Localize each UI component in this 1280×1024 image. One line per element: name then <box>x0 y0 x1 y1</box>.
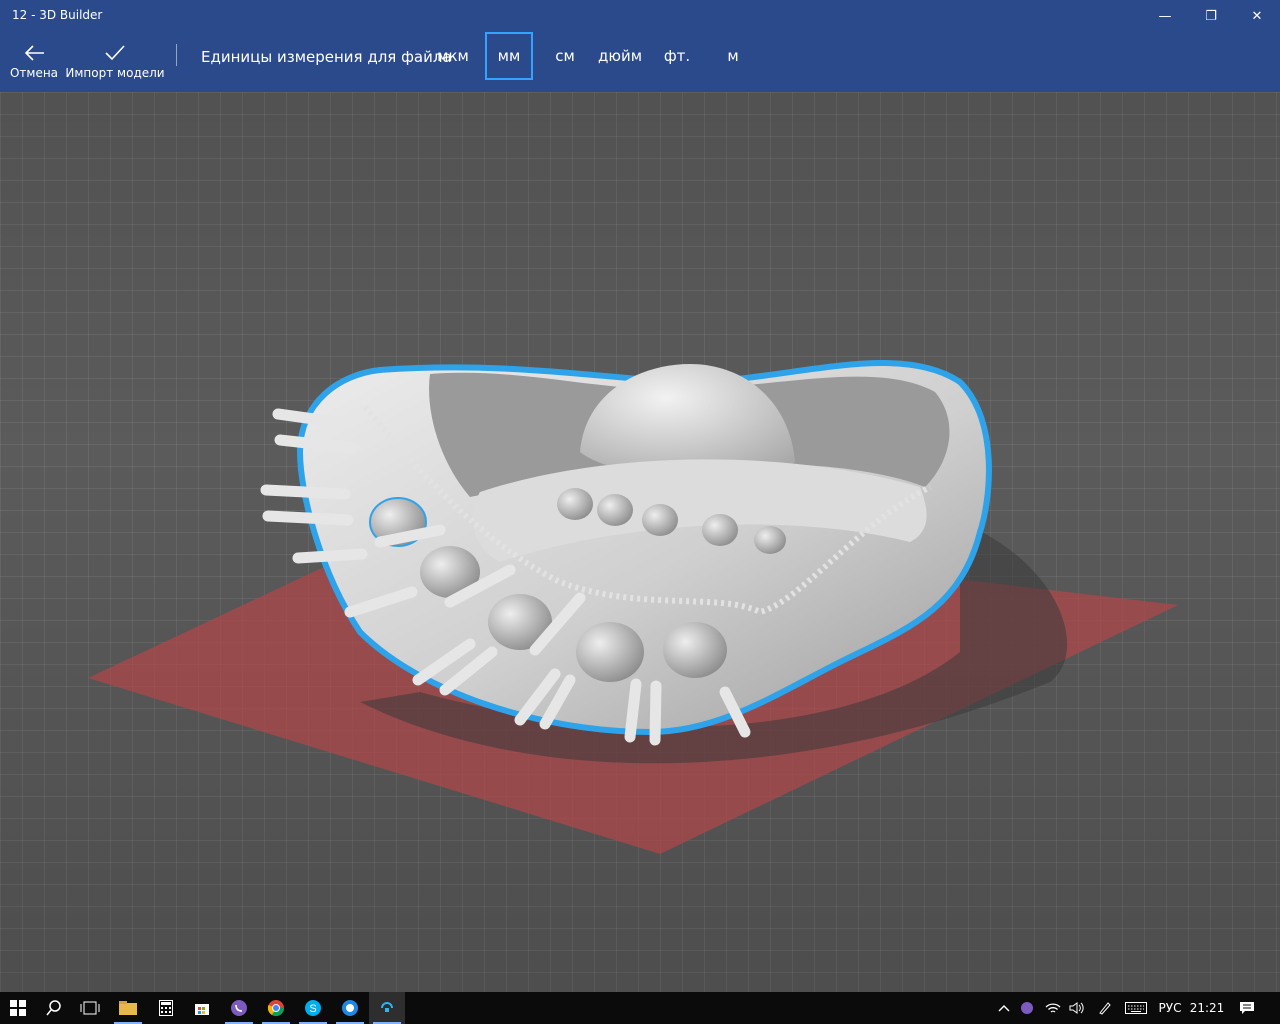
unit-inch-label: дюйм <box>597 47 643 65</box>
restore-icon: ❐ <box>1205 8 1217 24</box>
skype-icon: S <box>305 1000 321 1016</box>
viber-tray-icon <box>1021 1002 1033 1014</box>
unit-um-label: мкм <box>437 47 469 65</box>
language-indicator[interactable]: РУС <box>1154 992 1186 1024</box>
wifi-icon <box>1045 1003 1061 1013</box>
file-explorer-button[interactable] <box>110 992 146 1024</box>
calculator-button[interactable] <box>148 992 184 1024</box>
taskbar: S РУС 21:21 <box>0 992 1280 1024</box>
language-label: РУС <box>1158 1001 1182 1015</box>
start-button[interactable] <box>0 992 36 1024</box>
action-center-button[interactable] <box>1234 992 1260 1024</box>
minimize-button[interactable]: — <box>1142 0 1188 32</box>
browser-icon <box>342 1000 358 1016</box>
unit-m-label: м <box>727 47 739 65</box>
unit-mm-label: мм <box>497 47 521 65</box>
clock[interactable]: 21:21 <box>1188 992 1226 1024</box>
viber-button[interactable] <box>221 992 257 1024</box>
browser-button[interactable] <box>332 992 368 1024</box>
speaker-icon <box>1069 1002 1084 1014</box>
pen-icon <box>1099 1002 1111 1015</box>
unit-um[interactable]: мкм <box>434 32 472 80</box>
close-icon: ✕ <box>1251 8 1263 24</box>
search-icon <box>46 1000 61 1016</box>
window-title: 12 - 3D Builder <box>12 8 103 22</box>
store-icon <box>195 1004 209 1015</box>
windows-icon <box>10 1000 26 1016</box>
cancel-label: Отмена <box>9 66 59 80</box>
search-button[interactable] <box>36 992 72 1024</box>
keyboard-icon <box>1125 1002 1147 1014</box>
import-model-button[interactable]: Импорт модели <box>65 32 165 92</box>
chevron-up-icon <box>998 1005 1010 1012</box>
task-view-icon <box>80 1001 100 1015</box>
units-label: Единицы измерения для файла <box>201 48 452 66</box>
import-toolbar: Отмена Импорт модели Единицы измерения д… <box>0 32 1280 92</box>
viber-tray-button[interactable] <box>1016 992 1038 1024</box>
3d-builder-button[interactable] <box>369 992 405 1024</box>
unit-ft[interactable]: фт. <box>660 32 694 80</box>
unit-m[interactable]: м <box>720 32 746 80</box>
maximize-button[interactable]: ❐ <box>1188 0 1234 32</box>
store-button[interactable] <box>184 992 220 1024</box>
chrome-button[interactable] <box>258 992 294 1024</box>
unit-inch[interactable]: дюйм <box>596 32 644 80</box>
title-bar: 12 - 3D Builder — ❐ ✕ <box>0 0 1280 32</box>
close-button[interactable]: ✕ <box>1234 0 1280 32</box>
checkmark-icon <box>105 45 125 61</box>
unit-cm[interactable]: см <box>549 32 581 80</box>
file-explorer-icon <box>119 1001 137 1015</box>
calculator-icon <box>159 1000 173 1016</box>
minimize-icon: — <box>1158 8 1172 24</box>
clock-time: 21:21 <box>1189 1001 1225 1015</box>
touch-keyboard-button[interactable] <box>1122 992 1150 1024</box>
volume-button[interactable] <box>1066 992 1088 1024</box>
3d-viewport[interactable] <box>0 92 1280 992</box>
viber-icon <box>231 1000 247 1016</box>
unit-ft-label: фт. <box>663 47 691 65</box>
toolbar-separator <box>176 44 177 66</box>
unit-mm[interactable]: мм <box>485 32 533 80</box>
cancel-button[interactable]: Отмена <box>8 32 60 92</box>
back-arrow-icon <box>24 45 44 61</box>
show-hidden-icons-button[interactable] <box>994 992 1014 1024</box>
3d-builder-icon <box>381 1002 393 1012</box>
network-button[interactable] <box>1042 992 1064 1024</box>
chrome-icon <box>267 1000 285 1017</box>
import-model-label: Импорт модели <box>65 66 165 80</box>
pen-button[interactable] <box>1094 992 1116 1024</box>
svg-text:S: S <box>309 1003 316 1015</box>
skype-button[interactable]: S <box>295 992 331 1024</box>
task-view-button[interactable] <box>72 992 108 1024</box>
scene <box>88 360 1178 854</box>
notification-icon <box>1240 1002 1254 1014</box>
unit-cm-label: см <box>555 47 575 65</box>
